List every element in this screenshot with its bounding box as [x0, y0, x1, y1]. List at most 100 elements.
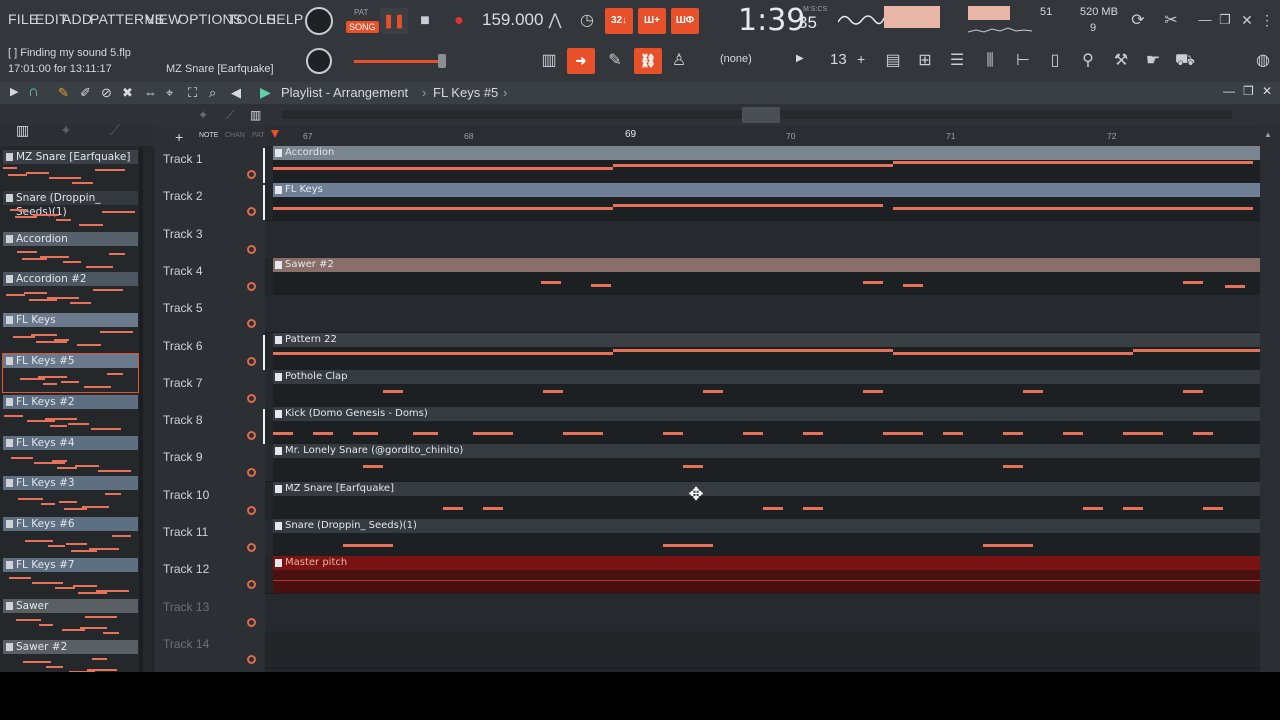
piano-roll-icon[interactable]: ☰: [944, 49, 970, 73]
play-arrow-icon[interactable]: ▶: [10, 85, 18, 98]
pat-tab[interactable]: PAT: [252, 132, 265, 139]
track-label[interactable]: Track 5: [163, 301, 203, 315]
piano-icon[interactable]: ▥: [536, 49, 562, 73]
pattern-item[interactable]: Accordion #2: [3, 272, 138, 310]
track-label[interactable]: Track 10: [163, 488, 209, 502]
track-label[interactable]: Track 3: [163, 227, 203, 241]
pattern-item[interactable]: FL Keys #6: [3, 517, 138, 555]
track-mute-button[interactable]: [247, 281, 256, 291]
browser-icon[interactable]: ⊢: [1010, 49, 1036, 73]
overview-handle[interactable]: [742, 107, 780, 123]
pattern-item[interactable]: FL Keys #2: [3, 394, 138, 433]
menu-add[interactable]: ADD: [62, 11, 92, 27]
pattern-item[interactable]: FL Keys: [3, 313, 138, 351]
pattern-clip[interactable]: Master pitch: [273, 556, 1260, 594]
stamp-icon[interactable]: ♙: [666, 49, 692, 73]
pattern-item[interactable]: FL Keys #3: [3, 476, 138, 514]
track-lane[interactable]: [265, 630, 1260, 669]
track-mute-button[interactable]: [247, 244, 256, 254]
pattern-item[interactable]: FL Keys #7: [3, 558, 138, 596]
time-display[interactable]: 1:39: [738, 3, 805, 38]
track-lane[interactable]: Pothole Clap: [265, 369, 1260, 408]
master-volume-knob[interactable]: [305, 7, 333, 35]
pause-button[interactable]: ❚❚: [380, 8, 408, 34]
slip-tool-icon[interactable]: ⇔: [144, 85, 157, 100]
picker-scrollbar[interactable]: [139, 146, 143, 672]
snap-selector[interactable]: (none): [720, 53, 752, 65]
track-lane[interactable]: Master pitch: [265, 556, 1260, 595]
pattern-clip[interactable]: Pattern 22: [273, 332, 1260, 370]
pattern-song-toggle[interactable]: ➜: [567, 48, 595, 74]
menu-help[interactable]: HELP: [266, 11, 303, 27]
pattern-clip[interactable]: Pothole Clap: [273, 369, 1260, 407]
track-lane[interactable]: Accordion: [265, 146, 1260, 184]
track-mute-button[interactable]: [247, 207, 256, 217]
menu-file[interactable]: FILE: [8, 11, 38, 27]
pattern-arrow-icon[interactable]: ›: [503, 85, 507, 100]
track-lane[interactable]: Sawer #2: [265, 257, 1260, 296]
track-lane[interactable]: MZ Snare [Earfquake]: [265, 481, 1260, 520]
track-label[interactable]: Track 11: [163, 525, 208, 539]
master-volume-slider[interactable]: [354, 60, 444, 63]
track-mute-button[interactable]: [247, 654, 256, 664]
plugin-icon[interactable]: ⚲: [1075, 49, 1101, 73]
track-lane[interactable]: Mr. Lonely Snare (@gordito_chinito): [265, 444, 1260, 483]
hand-icon[interactable]: ☛: [1140, 49, 1166, 73]
select-tool-icon[interactable]: ⛶: [188, 85, 197, 101]
pattern-item[interactable]: Sawer #2: [3, 639, 138, 672]
chan-tab[interactable]: CHAN: [225, 132, 245, 139]
countdown-button[interactable]: 32↓: [605, 8, 633, 34]
loop-record-button[interactable]: ШΦ: [671, 8, 699, 34]
cart-icon[interactable]: ⛟: [1172, 49, 1198, 73]
track-mute-button[interactable]: [247, 170, 256, 179]
metronome-icon[interactable]: ⋀: [542, 9, 568, 33]
slice-tool-icon[interactable]: ⌖: [166, 85, 173, 101]
add-pattern-icon[interactable]: +: [857, 51, 865, 67]
menu-view[interactable]: VIEW: [145, 11, 182, 27]
timeline-ruler[interactable]: 67 68 69 70 71 72: [265, 126, 1260, 146]
pattern-clip[interactable]: Sawer #2: [273, 257, 1260, 295]
pattern-item[interactable]: MZ Snare [Earfquake]: [3, 150, 138, 188]
pattern-number[interactable]: 13: [830, 51, 847, 68]
tempo-display[interactable]: 159.000: [482, 10, 543, 30]
track-label[interactable]: Track 9: [163, 450, 203, 464]
track-lane[interactable]: [265, 295, 1260, 334]
track-lane[interactable]: Pattern 22: [265, 332, 1260, 371]
delete-tool-icon[interactable]: ⊘: [101, 85, 112, 101]
pattern-item[interactable]: Sawer: [3, 598, 138, 637]
automation-view-icon[interactable]: ⟋: [110, 122, 120, 139]
playlist-minimize-icon[interactable]: —: [1223, 84, 1235, 98]
track-lane[interactable]: Kick (Domo Genesis - Doms): [265, 407, 1260, 446]
wait-icon[interactable]: ◷: [574, 9, 600, 33]
pattern-clip[interactable]: Snare (Droppin_ Seeds)(1): [273, 519, 1260, 556]
playlist-icon[interactable]: ▤: [880, 49, 906, 73]
tools-icon[interactable]: ⚒: [1108, 49, 1134, 73]
mixer-icon[interactable]: ⫼: [977, 49, 1003, 73]
pattern-view-icon[interactable]: ▥: [16, 122, 29, 139]
note-tab[interactable]: NOTE: [199, 132, 218, 139]
playlist-maximize-icon[interactable]: ❐: [1243, 84, 1254, 98]
pattern-clip[interactable]: Kick (Domo Genesis - Doms): [273, 407, 1260, 445]
more-icon[interactable]: ⋮: [1254, 8, 1280, 32]
slider-handle[interactable]: [438, 54, 446, 68]
pattern-item[interactable]: FL Keys #5: [2, 353, 139, 393]
magnet-icon[interactable]: ∩: [28, 83, 39, 100]
step-edit-button[interactable]: Ш+: [638, 8, 666, 34]
play-pattern-icon[interactable]: ▶: [260, 84, 271, 101]
track-label[interactable]: Track 13: [163, 600, 209, 614]
audio-view-icon[interactable]: ✦: [60, 122, 72, 139]
track-lane[interactable]: [265, 220, 1260, 259]
track-label[interactable]: Track 4: [163, 264, 203, 278]
track-mute-button[interactable]: [247, 393, 256, 403]
pattern-clip[interactable]: Accordion: [273, 146, 1260, 183]
brush-tool-icon[interactable]: ✐: [80, 85, 91, 101]
pat-label[interactable]: PAT: [354, 8, 368, 17]
refresh-icon[interactable]: ⟳: [1125, 9, 1151, 33]
globe-icon[interactable]: ◍: [1250, 49, 1276, 73]
pattern-item[interactable]: Accordion: [3, 231, 138, 270]
track-mute-button[interactable]: [247, 431, 256, 441]
track-label[interactable]: Track 6: [163, 339, 203, 353]
track-mute-button[interactable]: [247, 468, 256, 478]
pattern-clip[interactable]: FL Keys: [273, 183, 1260, 221]
arrangement-grid[interactable]: 67 68 69 70 71 72 Accordion FL Keys Sawer …: [265, 126, 1260, 672]
